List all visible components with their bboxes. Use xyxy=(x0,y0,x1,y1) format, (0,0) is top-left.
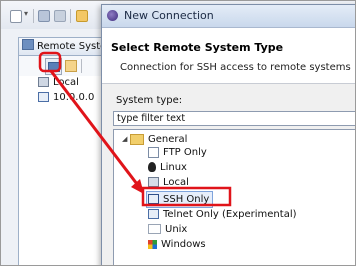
wizard-body: System type: ◢ General FTP Only Linux Loc… xyxy=(102,84,355,265)
tree-item-label: FTP Only xyxy=(163,147,207,158)
define-connection-button[interactable] xyxy=(45,58,62,75)
local-computer-icon xyxy=(38,77,49,87)
ftp-icon xyxy=(148,146,159,158)
new-connection-dialog: New Connection Select Remote System Type… xyxy=(101,4,355,265)
screenshot-frame: ▾ Remote Syste Local 10.0.0.0 New Connec… xyxy=(0,0,356,266)
view-menu-icon[interactable] xyxy=(65,60,77,72)
dialog-app-icon xyxy=(107,10,118,21)
tree-item-host-label: 10.0.0.0 xyxy=(53,92,95,103)
tree-item-local-type[interactable]: Local xyxy=(148,176,189,190)
windows-icon xyxy=(148,239,157,249)
tree-item-label: Unix xyxy=(165,224,188,235)
folder-open-icon xyxy=(130,133,144,145)
dialog-titlebar[interactable]: New Connection xyxy=(102,5,355,28)
tree-item-unix[interactable]: Unix xyxy=(148,223,187,237)
new-connection-icon xyxy=(48,62,60,72)
system-type-tree[interactable]: ◢ General FTP Only Linux Local SSH Only T… xyxy=(113,129,355,265)
view-toolbar-separator xyxy=(81,59,82,73)
ssh-host-icon xyxy=(38,92,49,102)
tree-item-ftp-only[interactable]: FTP Only xyxy=(148,146,207,160)
wizard-banner: Select Remote System Type Connection for… xyxy=(102,28,355,84)
unix-icon xyxy=(148,224,161,234)
new-file-icon[interactable] xyxy=(10,10,22,23)
tree-item-local-label: Local xyxy=(53,77,79,88)
linux-icon xyxy=(148,162,156,172)
new-dropdown-chevron-icon[interactable]: ▾ xyxy=(24,9,28,18)
remote-systems-tab-label: Remote Syste xyxy=(37,41,107,52)
system-type-label: System type: xyxy=(116,95,183,106)
tree-item-label: Local xyxy=(163,177,189,188)
eclipse-main-toolbar: ▾ xyxy=(1,1,111,29)
dialog-title: New Connection xyxy=(124,9,214,22)
collapse-triangle-icon[interactable]: ◢ xyxy=(122,132,130,146)
tree-group-general[interactable]: ◢ General xyxy=(122,132,187,146)
tree-group-general-label: General xyxy=(148,134,188,145)
tree-item-linux[interactable]: Linux xyxy=(148,161,187,175)
filter-input[interactable] xyxy=(113,111,355,126)
tree-item-label: SSH Only xyxy=(163,194,210,205)
tree-item-telnet-only[interactable]: Telnet Only (Experimental) xyxy=(148,208,297,222)
save-icon[interactable] xyxy=(38,10,50,22)
toolbar-separator xyxy=(33,9,34,23)
tree-item-host[interactable]: 10.0.0.0 xyxy=(38,91,94,105)
ssh-icon xyxy=(148,194,159,204)
save-all-icon[interactable] xyxy=(54,10,66,22)
tree-item-local[interactable]: Local xyxy=(38,76,79,90)
tree-item-ssh-only[interactable]: SSH Only xyxy=(145,191,214,208)
wizard-page-title: Select Remote System Type xyxy=(111,41,284,54)
tree-item-label: Telnet Only (Experimental) xyxy=(163,209,297,220)
wizard-icon[interactable] xyxy=(76,10,88,22)
telnet-icon xyxy=(148,209,159,219)
toolbar-separator xyxy=(70,9,71,23)
tree-item-label: Linux xyxy=(160,162,187,173)
tree-item-windows[interactable]: Windows xyxy=(148,238,206,252)
local-icon xyxy=(148,177,159,187)
wizard-page-description: Connection for SSH access to remote syst… xyxy=(120,62,351,73)
tree-item-label: Windows xyxy=(161,239,206,250)
remote-systems-icon xyxy=(22,39,34,50)
